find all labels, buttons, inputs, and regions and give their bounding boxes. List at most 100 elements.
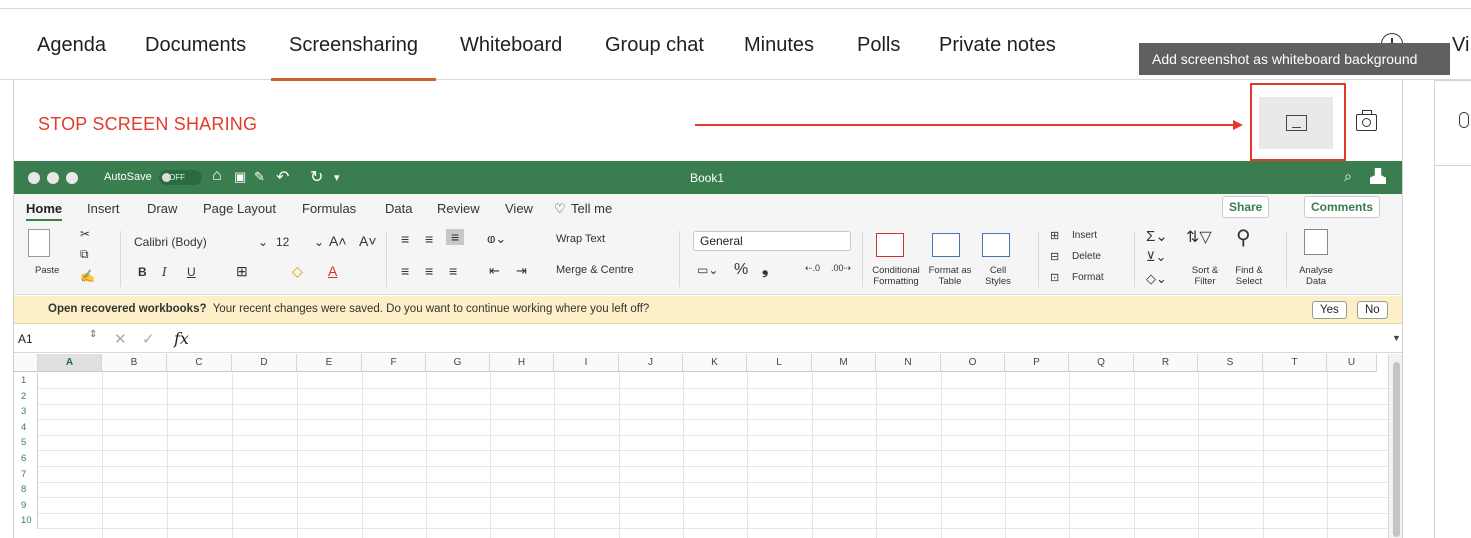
delete-cells-icon[interactable]: ⊟	[1050, 250, 1059, 263]
align-top-icon[interactable]: ≡	[401, 231, 409, 247]
currency-icon[interactable]: ▭⌄	[697, 263, 718, 277]
select-all-corner[interactable]	[14, 354, 38, 372]
tab-whiteboard[interactable]: Whiteboard	[460, 34, 562, 57]
menu-formulas[interactable]: Formulas	[302, 201, 356, 216]
redo-icon[interactable]: ↻	[310, 167, 323, 187]
tab-private-notes[interactable]: Private notes	[939, 34, 1056, 57]
column-header-t[interactable]: T	[1263, 354, 1327, 372]
comments-button[interactable]: Comments	[1304, 196, 1381, 218]
column-header-s[interactable]: S	[1198, 354, 1263, 372]
camera-icon[interactable]	[1356, 110, 1377, 131]
insert-cells-icon[interactable]: ⊞	[1050, 229, 1059, 242]
spreadsheet-grid[interactable]: A B C D E F G H I J K L M N O P Q R S T U 1 2 3 4 5 6 7 8 9 10	[14, 354, 1402, 538]
percent-icon[interactable]: %	[734, 261, 748, 279]
cancel-icon[interactable]: ✕	[114, 330, 127, 348]
row-header-4[interactable]: 4	[14, 419, 38, 436]
share-person-icon[interactable]	[1370, 168, 1386, 184]
menu-view[interactable]: View	[505, 201, 533, 216]
comma-icon[interactable]: ❟	[762, 261, 768, 279]
edit-icon[interactable]: ✎	[254, 169, 265, 185]
name-box[interactable]: A1	[18, 332, 33, 346]
menu-tell-me[interactable]: Tell me	[571, 201, 612, 216]
undo-icon[interactable]: ↶	[276, 167, 289, 187]
search-icon[interactable]: ⌕	[1344, 168, 1352, 185]
column-header-d[interactable]: D	[232, 354, 297, 372]
stepper-icon[interactable]: ⇕	[89, 329, 97, 340]
borders-icon[interactable]: ⊞	[236, 263, 248, 280]
row-header-8[interactable]: 8	[14, 482, 38, 498]
menu-insert[interactable]: Insert	[87, 201, 120, 216]
increase-indent-icon[interactable]: ⇥	[516, 263, 527, 279]
column-header-n[interactable]: N	[876, 354, 941, 372]
tab-group-chat[interactable]: Group chat	[605, 34, 704, 57]
tab-minutes[interactable]: Minutes	[744, 34, 814, 57]
save-icon[interactable]: ▣	[234, 169, 246, 185]
row-header-6[interactable]: 6	[14, 451, 38, 467]
analyse-data-icon[interactable]	[1304, 229, 1328, 255]
column-header-k[interactable]: K	[683, 354, 747, 372]
merge-centre-button[interactable]: Merge & Centre	[556, 264, 634, 276]
tab-screensharing[interactable]: Screensharing	[271, 34, 436, 81]
column-header-g[interactable]: G	[426, 354, 490, 372]
autosave-toggle[interactable]: OFF	[159, 170, 202, 185]
row-header-7[interactable]: 7	[14, 466, 38, 483]
recovery-yes-button[interactable]: Yes	[1312, 301, 1347, 319]
vertical-scrollbar[interactable]	[1388, 354, 1402, 538]
format-painter-icon[interactable]: ✍	[80, 269, 95, 283]
increase-decimal-icon[interactable]: ⇠.0	[805, 263, 820, 274]
decrease-indent-icon[interactable]: ⇤	[489, 263, 500, 279]
column-header-l[interactable]: L	[747, 354, 812, 372]
delete-cells-button[interactable]: Delete	[1072, 251, 1101, 262]
column-header-u[interactable]: U	[1327, 354, 1377, 372]
format-as-table-icon[interactable]	[932, 233, 960, 257]
align-bottom-icon[interactable]: ≡	[446, 229, 465, 245]
row-header-2[interactable]: 2	[14, 388, 38, 405]
fill-icon[interactable]: ⊻⌄	[1146, 249, 1166, 265]
align-middle-icon[interactable]: ≡	[425, 231, 433, 247]
row-header-10[interactable]: 10	[14, 513, 38, 529]
insert-function-icon[interactable]: fx	[174, 329, 189, 348]
orientation-icon[interactable]: ⱷ⌄	[487, 231, 506, 247]
menu-home[interactable]: Home	[26, 201, 63, 221]
number-format-select[interactable]: General	[693, 231, 851, 251]
autosum-icon[interactable]: Σ⌄	[1146, 227, 1168, 245]
window-zoom-dot[interactable]	[66, 172, 78, 184]
window-close-dot[interactable]	[28, 172, 40, 184]
tab-agenda[interactable]: Agenda	[37, 34, 106, 57]
enter-icon[interactable]: ✓	[142, 330, 155, 348]
paste-icon[interactable]	[28, 229, 50, 257]
stop-screen-sharing-button[interactable]: STOP SCREEN SHARING	[38, 114, 257, 135]
font-name-select[interactable]: Calibri (Body)	[134, 235, 207, 249]
cell-styles-icon[interactable]	[982, 233, 1010, 257]
cut-icon[interactable]: ✂	[80, 227, 90, 241]
decrease-decimal-icon[interactable]: .00⇢	[831, 263, 851, 274]
column-header-q[interactable]: Q	[1069, 354, 1134, 372]
increase-font-icon[interactable]: A˄	[329, 233, 347, 249]
recovery-no-button[interactable]: No	[1357, 301, 1388, 319]
column-header-h[interactable]: H	[490, 354, 554, 372]
underline-icon[interactable]: U	[187, 265, 196, 279]
insert-cells-button[interactable]: Insert	[1072, 230, 1097, 241]
tab-documents[interactable]: Documents	[145, 34, 246, 57]
tab-video-truncated[interactable]: Vi	[1452, 34, 1469, 57]
column-header-r[interactable]: R	[1134, 354, 1198, 372]
home-icon[interactable]: ⌂	[212, 167, 222, 185]
copy-icon[interactable]: ⧉	[80, 247, 89, 262]
clear-icon[interactable]: ◇⌄	[1146, 271, 1167, 287]
fill-color-icon[interactable]: ◇	[292, 263, 303, 280]
column-header-f[interactable]: F	[362, 354, 426, 372]
sort-filter-icon[interactable]: ⇅▽	[1186, 227, 1212, 247]
align-right-icon[interactable]: ≡	[449, 263, 457, 279]
row-header-3[interactable]: 3	[14, 404, 38, 420]
bold-icon[interactable]: B	[138, 265, 147, 279]
window-minimize-dot[interactable]	[47, 172, 59, 184]
column-header-e[interactable]: E	[297, 354, 362, 372]
column-header-a[interactable]: A	[38, 354, 102, 372]
align-left-icon[interactable]: ≡	[401, 263, 409, 279]
customize-icon[interactable]: ▾	[334, 171, 340, 184]
expand-formula-icon[interactable]: ▼	[1392, 333, 1401, 343]
menu-page-layout[interactable]: Page Layout	[203, 201, 276, 216]
font-color-icon[interactable]: A	[328, 263, 337, 279]
font-size-select[interactable]: 12	[276, 235, 289, 249]
column-header-o[interactable]: O	[941, 354, 1005, 372]
